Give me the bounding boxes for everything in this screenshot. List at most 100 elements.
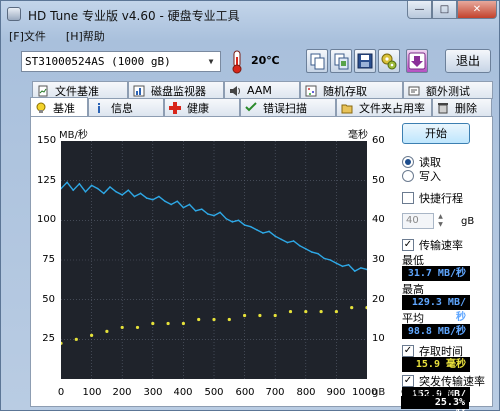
start-button[interactable]: 开始 — [402, 123, 470, 144]
access-time-point — [151, 321, 155, 326]
transfer-rate-point — [286, 241, 289, 244]
transfer-rate-checkbox[interactable]: ✓ 传输速率 — [402, 237, 463, 253]
left-tick: 25 — [42, 333, 55, 344]
tab-label: 磁盘监视器 — [151, 84, 206, 98]
access-time-point — [135, 325, 140, 330]
benchmark-plot — [61, 141, 367, 379]
short-stroke-spinner[interactable]: ▲ ▼ — [435, 213, 446, 229]
transfer-rate-point — [249, 225, 252, 228]
transfer-rate-point — [145, 197, 148, 199]
tab-row-bottom: 基准 信息 健康 错误扫描 文件夹占用率 删除 — [30, 97, 492, 117]
write-radio[interactable]: 写入 — [402, 168, 441, 184]
app-icon — [7, 7, 21, 21]
copy-screenshot-button[interactable] — [330, 49, 352, 73]
access-time-point — [197, 317, 201, 322]
transfer-rate-point — [317, 252, 319, 255]
lightbulb-icon — [36, 102, 46, 113]
access-time-point — [365, 306, 367, 310]
save-button[interactable] — [354, 49, 376, 73]
menu-file[interactable]: [F]文件 — [5, 28, 50, 44]
transfer-rate-point — [84, 190, 87, 193]
right-tick: 30 — [372, 254, 385, 265]
speaker-icon — [230, 85, 240, 96]
transfer-rate-point — [115, 190, 117, 193]
close-button[interactable]: ✕ — [457, 1, 497, 19]
transfer-rate-point — [121, 194, 123, 196]
drive-select-value: ST31000524AS (1000 gB) — [25, 55, 171, 68]
access-time-point — [212, 317, 216, 322]
app-window: HD Tune 专业版 v4.60 - 硬盘专业工具 — □ ✕ [F]文件 [… — [0, 0, 500, 411]
x-tick: 1000 — [352, 387, 378, 398]
options-button[interactable] — [378, 49, 400, 73]
copy-text-button[interactable] — [306, 49, 328, 73]
transfer-rate-point — [335, 262, 338, 264]
tab-benchmark[interactable]: 基准 — [30, 97, 88, 117]
tab-erase[interactable]: 删除 — [432, 98, 492, 116]
transfer-rate-point — [347, 263, 350, 266]
access-time-point — [105, 329, 109, 333]
arrow-down-icon — [408, 52, 426, 70]
transfer-rate-point — [243, 224, 246, 226]
extra-tests-icon — [408, 86, 420, 95]
tab-label: 额外测试 — [426, 84, 470, 98]
tab-health[interactable]: 健康 — [164, 98, 240, 116]
thermometer-icon — [232, 50, 242, 74]
tab-label: 文件夹占用率 — [359, 101, 425, 115]
tab-error-scan[interactable]: 错误扫描 — [240, 98, 336, 116]
x-tick: 300 — [143, 387, 163, 398]
access-time-point — [334, 309, 338, 314]
tab-random-access[interactable]: 随机存取 — [300, 81, 403, 99]
tab-label: 随机存取 — [323, 84, 367, 98]
tab-info[interactable]: 信息 — [88, 98, 164, 116]
transfer-rate-point — [225, 217, 228, 220]
window-controls: — □ ✕ — [407, 1, 497, 19]
download-button[interactable] — [406, 49, 428, 73]
short-stroke-input[interactable]: 40 — [402, 213, 434, 229]
benchmark-panel: MB/秒 毫秒 150 125 100 75 50 25 60 50 40 30… — [30, 116, 493, 411]
maximize-button[interactable]: □ — [432, 1, 457, 19]
left-axis-unit: MB/秒 — [59, 130, 88, 141]
transfer-rate-point — [237, 219, 240, 222]
access-time-point — [227, 317, 231, 322]
exit-button[interactable]: 退出 — [445, 49, 491, 73]
tab-folder-usage[interactable]: 文件夹占用率 — [336, 98, 432, 116]
transfer-rate-point — [188, 203, 191, 206]
tab-disk-monitor[interactable]: 磁盘监视器 — [128, 81, 224, 99]
cpu-usage-value: 25.3% — [401, 396, 469, 409]
checkbox-icon — [402, 192, 414, 204]
transfer-rate-point — [305, 248, 307, 250]
error-scan-icon — [245, 101, 257, 111]
transfer-rate-point — [109, 186, 111, 188]
right-axis-unit: 毫秒 — [348, 130, 368, 141]
minimize-button[interactable]: — — [407, 1, 432, 19]
access-time-point — [181, 321, 185, 326]
transfer-rate-point — [231, 221, 234, 223]
transfer-rate-point — [311, 251, 313, 253]
random-access-icon — [305, 85, 317, 96]
x-tick: 800 — [296, 387, 316, 398]
x-tick: 700 — [265, 387, 285, 398]
short-stroke-checkbox[interactable]: 快捷行程 — [402, 190, 463, 206]
tab-extra-tests[interactable]: 额外测试 — [403, 81, 493, 99]
transfer-rate-point — [194, 210, 197, 212]
tab-label: 删除 — [455, 101, 477, 115]
access-time-point — [288, 309, 293, 314]
access-time-point — [120, 325, 124, 330]
trash-icon — [438, 102, 448, 113]
access-time-point — [90, 333, 94, 337]
x-tick: 600 — [235, 387, 255, 398]
menu-help[interactable]: [H]帮助 — [62, 28, 109, 44]
transfer-rate-point — [360, 267, 362, 269]
access-time-point — [350, 306, 354, 310]
access-time-point — [304, 309, 308, 314]
access-time-point — [74, 337, 78, 341]
drive-select[interactable]: ST31000524AS (1000 gB) ▼ — [21, 51, 221, 72]
access-time-point — [273, 313, 277, 318]
tab-label: 信息 — [111, 101, 133, 115]
transfer-rate-point — [207, 213, 209, 215]
access-time-point — [61, 341, 63, 345]
temperature-value: 20℃ — [251, 54, 280, 67]
checkmark-icon: ✓ — [402, 239, 414, 251]
tab-aam[interactable]: AAM — [224, 81, 300, 99]
transfer-rate-point — [329, 259, 332, 261]
